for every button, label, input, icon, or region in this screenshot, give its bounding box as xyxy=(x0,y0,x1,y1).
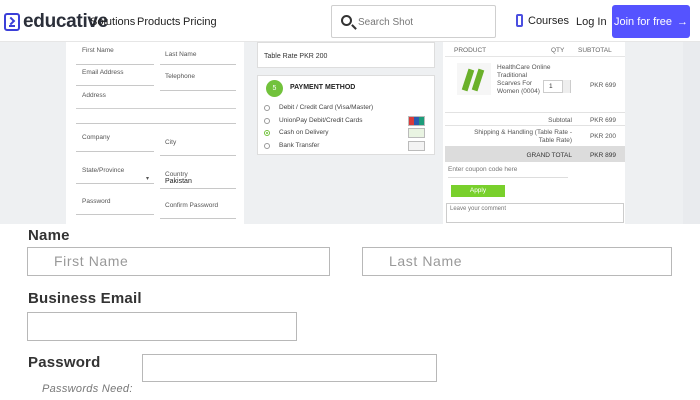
summary-divider xyxy=(445,125,625,126)
payment-step-badge: 5 xyxy=(266,80,283,97)
confirm-password-label: Confirm Password xyxy=(165,202,219,209)
last-name-field[interactable] xyxy=(160,64,236,65)
last-name-label: Last Name xyxy=(165,51,197,58)
payment-option-label: Debit / Credit Card (Visa/Master) xyxy=(279,104,374,111)
scroll-rail xyxy=(683,42,700,224)
state-select[interactable] xyxy=(76,183,154,184)
top-navbar: educative Solutions Products Pricing Cou… xyxy=(0,0,700,42)
chevron-down-icon: ▾ xyxy=(146,176,150,182)
country-value[interactable]: Pakistan xyxy=(165,178,192,185)
subtotal-label: Subtotal xyxy=(548,117,572,124)
country-select[interactable] xyxy=(160,188,236,189)
state-label: State/Province xyxy=(82,167,125,174)
grand-total-label: GRAND TOTAL xyxy=(526,152,572,159)
payment-option-bank[interactable]: Bank Transfer xyxy=(264,142,319,149)
shipping-value: PKR 200 xyxy=(589,133,616,140)
subtotal-value: PKR 699 xyxy=(589,117,616,124)
email-field[interactable] xyxy=(76,85,154,86)
educative-logo-icon xyxy=(4,13,20,31)
address-label: Address xyxy=(82,92,106,99)
first-name-field[interactable] xyxy=(76,64,154,65)
password-input[interactable] xyxy=(142,354,437,382)
courses-label: Courses xyxy=(528,14,569,27)
radio-cod-selected[interactable] xyxy=(264,129,270,136)
name-label: Name xyxy=(28,227,70,244)
address-field[interactable] xyxy=(76,99,236,109)
payment-option-unionpay[interactable]: UnionPay Debit/Credit Cards xyxy=(264,117,362,124)
product-subtotal: PKR 699 xyxy=(589,82,616,89)
country-label: Country xyxy=(165,171,188,178)
first-name-input[interactable]: First Name xyxy=(27,247,330,276)
courses-link[interactable]: Courses xyxy=(516,14,569,27)
radio-unionpay[interactable] xyxy=(264,117,270,124)
business-email-input[interactable] xyxy=(27,312,297,341)
address-field-line2[interactable] xyxy=(76,123,236,124)
coupon-input[interactable]: Enter coupon code here xyxy=(448,166,568,178)
email-label: Email Address xyxy=(82,69,124,76)
payment-option-label: Bank Transfer xyxy=(279,142,320,149)
password-requirements-hint: Passwords Need: xyxy=(42,383,133,395)
shipping-label: Shipping & Handling (Table Rate - Table … xyxy=(474,129,572,144)
qty-column-header: QTY xyxy=(551,47,565,54)
radio-bank[interactable] xyxy=(264,142,270,149)
payment-option-cod[interactable]: Cash on Delivery xyxy=(264,129,329,136)
payment-option-card[interactable]: Debit / Credit Card (Visa/Master) xyxy=(264,104,373,111)
first-name-label: First Name xyxy=(82,47,114,54)
business-email-label: Business Email xyxy=(28,290,142,307)
city-label: City xyxy=(165,139,177,146)
join-for-free-button[interactable]: Join for free → xyxy=(612,5,690,38)
grand-total-value: PKR 899 xyxy=(589,152,616,159)
password-label: Password xyxy=(28,354,101,371)
product-column-header: PRODUCT xyxy=(454,47,487,54)
nav-solutions-link[interactable]: Solutions xyxy=(90,16,135,28)
password-field[interactable] xyxy=(76,214,154,215)
quantity-stepper[interactable] xyxy=(562,80,570,93)
payment-option-label: Cash on Delivery xyxy=(279,129,329,136)
bank-icon xyxy=(408,141,425,151)
last-name-input[interactable]: Last Name xyxy=(362,247,672,276)
company-label: Company xyxy=(82,134,110,141)
signup-form: Name First Name Last Name Business Email… xyxy=(0,224,700,400)
apply-coupon-button[interactable]: Apply xyxy=(451,185,505,197)
nav-products-link[interactable]: Products xyxy=(137,16,180,28)
unionpay-icon xyxy=(408,116,425,126)
payment-option-label: UnionPay Debit/Credit Cards xyxy=(279,117,363,124)
search-input[interactable] xyxy=(358,14,488,30)
password-label: Password xyxy=(82,198,111,205)
company-field[interactable] xyxy=(76,151,154,152)
subtotal-column-header: SUBTOTAL xyxy=(578,47,612,54)
telephone-label: Telephone xyxy=(165,73,195,80)
arrow-right-icon: → xyxy=(677,15,689,28)
telephone-field[interactable] xyxy=(160,90,236,91)
cash-icon xyxy=(408,128,425,138)
radio-card[interactable] xyxy=(264,104,270,111)
city-field[interactable] xyxy=(160,155,236,156)
summary-divider xyxy=(445,112,625,113)
courses-icon xyxy=(516,14,523,27)
nav-pricing-link[interactable]: Pricing xyxy=(183,16,217,28)
table-rate-text: Table Rate PKR 200 xyxy=(264,53,328,60)
payment-method-title: PAYMENT METHOD xyxy=(290,84,356,91)
join-label: Join for free xyxy=(613,15,673,28)
login-link[interactable]: Log In xyxy=(576,16,607,28)
confirm-password-field[interactable] xyxy=(160,218,236,219)
search-box[interactable] xyxy=(331,5,496,38)
product-thumbnail[interactable] xyxy=(457,63,491,95)
search-icon xyxy=(341,15,352,26)
comment-textarea[interactable]: Leave your comment xyxy=(446,203,624,223)
